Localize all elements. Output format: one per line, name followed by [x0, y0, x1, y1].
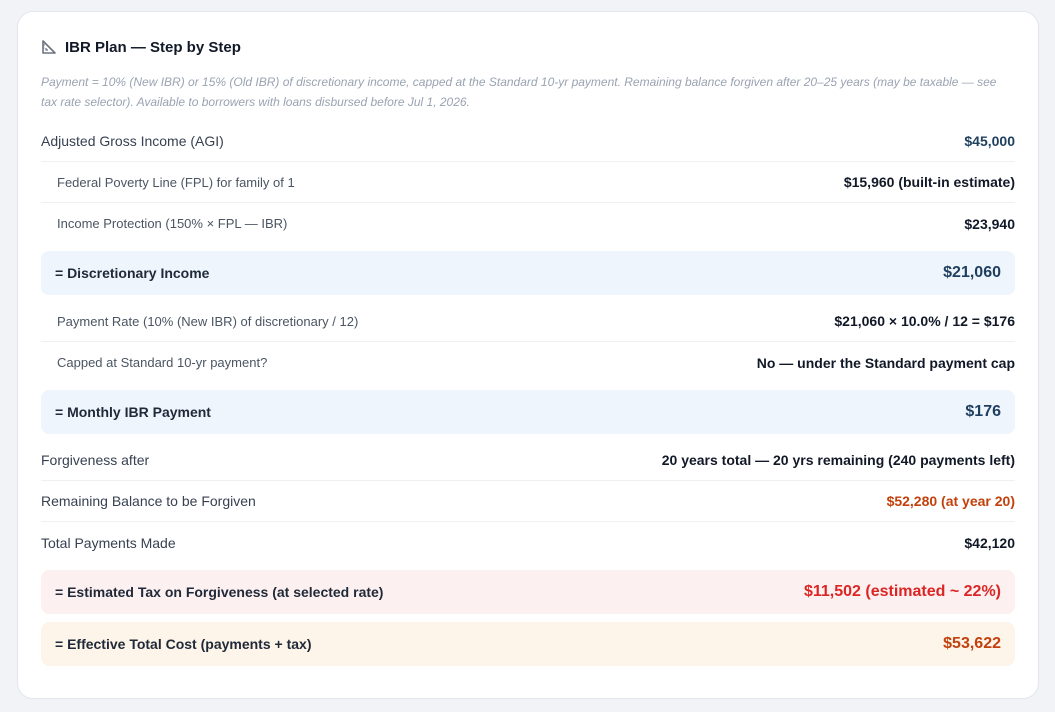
discretionary-income-band: = Discretionary Income $21,060 [41, 251, 1015, 295]
band-value: $176 [965, 403, 1001, 420]
row-remaining-balance: Remaining Balance to be Forgiven $52,280… [41, 481, 1015, 522]
band-label: = Effective Total Cost (payments + tax) [55, 636, 312, 652]
row-label: Adjusted Gross Income (AGI) [41, 133, 224, 149]
band-value: $21,060 [943, 264, 1001, 281]
row-label: Forgiveness after [41, 452, 150, 468]
row-value: $42,120 [964, 534, 1015, 551]
row-forgiveness: Forgiveness after 20 years total — 20 yr… [41, 440, 1015, 481]
row-label: Capped at Standard 10-yr payment? [57, 355, 268, 370]
plan-description-note: Payment = 10% (New IBR) or 15% (Old IBR)… [41, 75, 997, 109]
estimated-tax-band: = Estimated Tax on Forgiveness (at selec… [41, 570, 1015, 614]
band-label: = Discretionary Income [55, 265, 210, 281]
card-header: IBR Plan — Step by Step [41, 36, 1015, 58]
effective-total-cost-band: = Effective Total Cost (payments + tax) … [41, 622, 1015, 666]
row-value: $15,960 (built-in estimate) [843, 174, 1015, 190]
row-label: Federal Poverty Line (FPL) for family of… [57, 174, 295, 190]
row-total-payments: Total Payments Made $42,120 [41, 522, 1015, 563]
row-agi: Adjusted Gross Income (AGI) $45,000 [41, 121, 1015, 162]
ruler-triangle-icon [41, 39, 57, 55]
band-value: $11,502 (estimated ~ 22%) [803, 583, 1001, 600]
row-fpl: Federal Poverty Line (FPL) for family of… [41, 162, 1015, 203]
band-label: = Estimated Tax on Forgiveness (at selec… [55, 584, 384, 600]
ibr-plan-card: IBR Plan — Step by Step Payment = 10% (N… [17, 11, 1039, 699]
row-value: $23,940 [964, 215, 1015, 232]
row-capped: Capped at Standard 10-yr payment? No — u… [41, 342, 1015, 383]
row-label: Payment Rate (10% (New IBR) of discretio… [57, 313, 359, 329]
row-payment-rate: Payment Rate (10% (New IBR) of discretio… [41, 301, 1015, 342]
row-label: Income Protection (150% × FPL — IBR) [57, 216, 288, 231]
band-value: $53,622 [943, 635, 1001, 652]
row-label: Remaining Balance to be Forgiven [41, 493, 256, 509]
row-value: No — under the Standard payment cap [756, 354, 1015, 371]
card-title: IBR Plan — Step by Step [65, 38, 241, 56]
monthly-payment-band: = Monthly IBR Payment $176 [41, 390, 1015, 434]
row-income-protection: Income Protection (150% × FPL — IBR) $23… [41, 203, 1015, 244]
row-value: $21,060 × 10.0% / 12 = $176 [834, 313, 1015, 329]
row-value: $52,280 (at year 20) [886, 493, 1015, 509]
row-value: $45,000 [964, 133, 1015, 149]
band-label: = Monthly IBR Payment [55, 404, 211, 420]
row-value: 20 years total — 20 yrs remaining (240 p… [661, 452, 1015, 468]
row-label: Total Payments Made [41, 534, 176, 551]
